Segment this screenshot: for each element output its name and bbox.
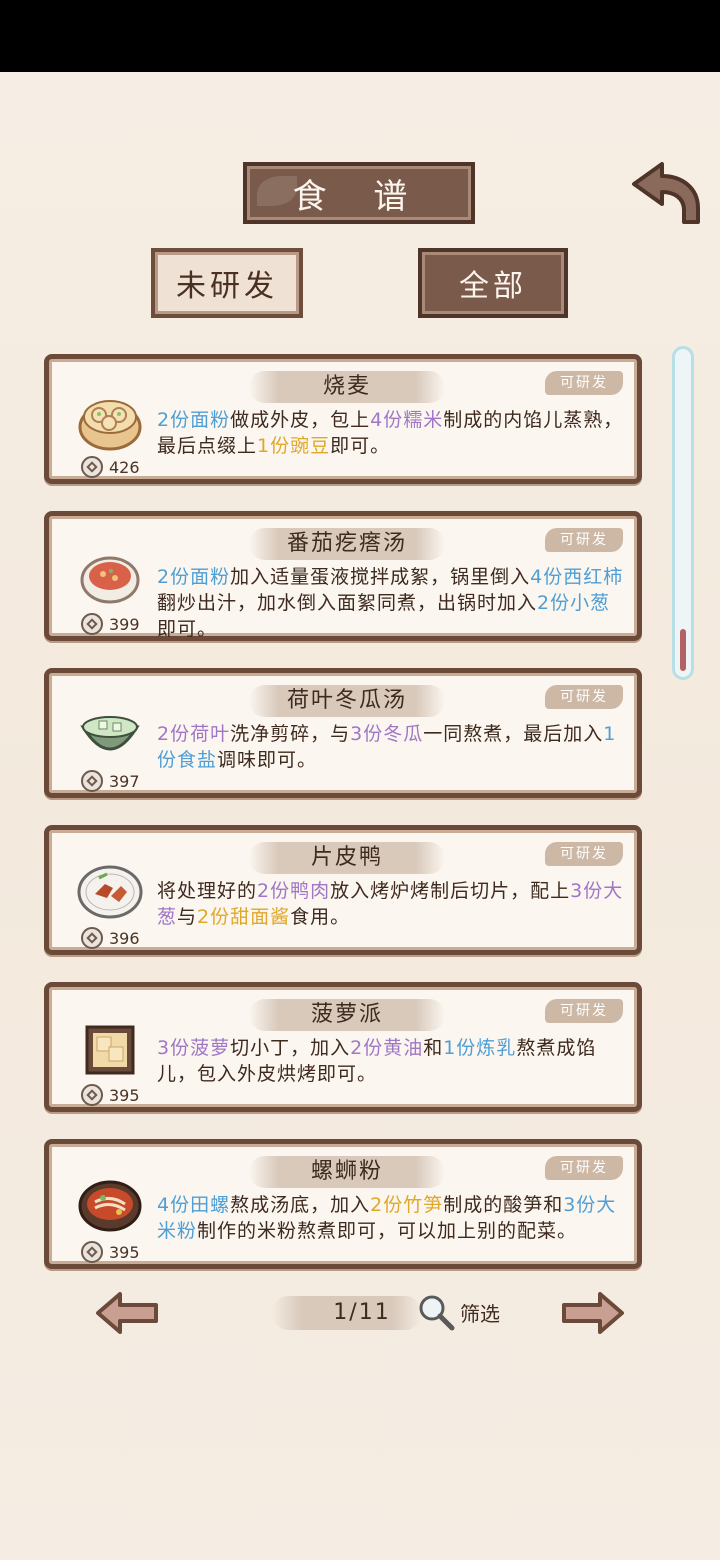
recipe-description: 3份菠萝切小丁，加入2份黄油和1份炼乳熬煮成馅儿，包入外皮烘烤即可。: [157, 1035, 627, 1087]
ingredient-highlight: 4份西红柿: [530, 566, 624, 588]
recipe-cost-value: 395: [109, 1085, 140, 1105]
research-status-badge: 可研发: [545, 371, 623, 395]
description-text: 切小丁，加入: [230, 1037, 351, 1059]
recipe-description: 2份面粉做成外皮，包上4份糯米制成的内馅儿蒸熟，最后点缀上1份豌豆即可。: [157, 407, 627, 459]
recipe-description: 2份荷叶洗净剪碎，与3份冬瓜一同熬煮，最后加入1份食盐调味即可。: [157, 721, 627, 773]
recipe-card[interactable]: 螺蛳粉 可研发 395 4份田螺熬成汤底，加入2份竹笋制成的酸笋和3份大米粉制作的米粉…: [44, 1139, 642, 1269]
recipe-book-background: [0, 72, 720, 1560]
ingredient-highlight: 1份炼乳: [443, 1037, 517, 1059]
recipe-cost: 396: [81, 926, 140, 950]
description-text: 与: [177, 906, 198, 928]
description-text: 将处理好的: [157, 880, 258, 902]
ingredient-highlight: 2份面粉: [157, 409, 231, 431]
tomato-soup-icon: [77, 544, 143, 610]
description-text: 翻炒出汁，加水倒入面絮同煮，出锅时加入: [157, 592, 538, 614]
coin-icon: [81, 1084, 103, 1106]
scrollbar-thumb[interactable]: [680, 629, 686, 671]
recipe-card[interactable]: 烧麦 可研发 426 2份面粉做成外皮，包上4份糯米制成的内馅儿蒸熟，最后点缀上1份豌…: [44, 354, 642, 484]
ingredient-highlight: 2份黄油: [350, 1037, 424, 1059]
research-status-badge: 可研发: [545, 1156, 623, 1180]
leaf-decoration-icon: [257, 176, 297, 206]
tab-all-label: 全部: [459, 269, 527, 304]
recipe-cost: 395: [81, 1083, 140, 1107]
description-text: 放入烤炉烤制后切片，配上: [330, 880, 571, 902]
description-text: 即可。: [157, 618, 218, 640]
ingredient-highlight: 1份豌豆: [257, 435, 331, 457]
recipe-card[interactable]: 荷叶冬瓜汤 可研发 397 2份荷叶洗净剪碎，与3份冬瓜一同熬煮，最后加入1份食盐调味…: [44, 668, 642, 798]
description-text: 洗净剪碎，与: [230, 723, 351, 745]
description-text: 制成的酸笋和: [443, 1194, 564, 1216]
ingredient-highlight: 2份竹笋: [370, 1194, 444, 1216]
research-status-badge: 可研发: [545, 685, 623, 709]
recipe-description: 2份面粉加入适量蛋液搅拌成絮，锅里倒入4份西红柿翻炒出汁，加水倒入面絮同煮，出锅…: [157, 564, 627, 642]
lotus-melon-soup-icon: [77, 701, 143, 767]
research-status-badge: 可研发: [545, 528, 623, 552]
research-status-badge: 可研发: [545, 999, 623, 1023]
status-bar: [0, 0, 720, 72]
ingredient-highlight: 4份田螺: [157, 1194, 231, 1216]
description-text: 即可。: [330, 435, 391, 457]
recipe-cost: 426: [81, 455, 140, 479]
coin-icon: [81, 927, 103, 949]
recipe-cost: 397: [81, 769, 140, 793]
ingredient-highlight: 4份糯米: [370, 409, 444, 431]
description-text: 加入适量蛋液搅拌成絮，锅里倒入: [230, 566, 531, 588]
page-title-plaque: 食 谱: [243, 162, 475, 224]
recipe-name: 荷叶冬瓜汤: [286, 688, 407, 713]
ingredient-highlight: 2份鸭肉: [257, 880, 331, 902]
next-page-arrow-icon[interactable]: [560, 1290, 626, 1336]
recipe-description: 4份田螺熬成汤底，加入2份竹笋制成的酸笋和3份大米粉制作的米粉熬煮即可，可以加上…: [157, 1192, 627, 1244]
recipe-cost: 395: [81, 1240, 140, 1264]
description-text: 和: [423, 1037, 444, 1059]
tab-undeveloped-label: 未研发: [176, 269, 278, 304]
description-text: 制作的米粉熬煮即可，可以加上别的配菜。: [197, 1220, 578, 1242]
recipe-card[interactable]: 番茄疙瘩汤 可研发 399 2份面粉加入适量蛋液搅拌成絮，锅里倒入4份西红柿翻炒出汁，…: [44, 511, 642, 641]
recipe-name: 螺蛳粉: [310, 1159, 383, 1184]
ingredient-highlight: 2份小葱: [537, 592, 611, 614]
scrollbar[interactable]: [672, 346, 694, 680]
ingredient-highlight: 2份面粉: [157, 566, 231, 588]
recipe-name: 番茄疙瘩汤: [286, 531, 407, 556]
prev-page-arrow-icon[interactable]: [94, 1290, 160, 1336]
snail-noodles-icon: [77, 1172, 143, 1238]
research-status-badge: 可研发: [545, 842, 623, 866]
roast-duck-icon: [77, 858, 143, 924]
recipe-card[interactable]: 菠萝派 可研发 395 3份菠萝切小丁，加入2份黄油和1份炼乳熬煮成馅儿，包入外皮烘烤…: [44, 982, 642, 1112]
coin-icon: [81, 613, 103, 635]
page-indicator: 1/11: [333, 1300, 391, 1325]
ingredient-highlight: 3份冬瓜: [350, 723, 424, 745]
description-text: 熬成汤底，加入: [230, 1194, 371, 1216]
recipe-cost-value: 397: [109, 771, 140, 791]
recipe-cost-value: 426: [109, 457, 140, 477]
coin-icon: [81, 456, 103, 478]
pineapple-pie-icon: [77, 1015, 143, 1081]
recipe-description: 将处理好的2份鸭肉放入烤炉烤制后切片，配上3份大葱与2份甜面酱食用。: [157, 878, 627, 930]
page-title: 食 谱: [292, 176, 426, 217]
recipe-name: 菠萝派: [310, 1002, 383, 1027]
recipe-name: 片皮鸭: [310, 845, 383, 870]
shaomai-steamer-icon: [77, 387, 143, 453]
description-text: 一同熬煮，最后加入: [423, 723, 604, 745]
coin-icon: [81, 770, 103, 792]
ingredient-highlight: 2份荷叶: [157, 723, 231, 745]
ingredient-highlight: 3份菠萝: [157, 1037, 231, 1059]
magnifier-icon: [419, 1295, 455, 1331]
back-arrow-icon[interactable]: [628, 160, 704, 230]
recipe-cost: 399: [81, 612, 140, 636]
filter-button[interactable]: 筛选: [416, 1292, 500, 1332]
tab-undeveloped[interactable]: 未研发: [151, 248, 303, 318]
recipe-name: 烧麦: [322, 374, 371, 399]
description-text: 调味即可。: [217, 749, 318, 771]
recipe-card[interactable]: 片皮鸭 可研发 396 将处理好的2份鸭肉放入烤炉烤制后切片，配上3份大葱与2份甜面酱…: [44, 825, 642, 955]
recipe-cost-value: 396: [109, 928, 140, 948]
tab-all[interactable]: 全部: [418, 248, 568, 318]
recipe-cost-value: 395: [109, 1242, 140, 1262]
ingredient-highlight: 2份甜面酱: [197, 906, 291, 928]
recipe-cost-value: 399: [109, 614, 140, 634]
filter-label: 筛选: [460, 1301, 500, 1326]
description-text: 做成外皮，包上: [230, 409, 371, 431]
coin-icon: [81, 1241, 103, 1263]
description-text: 食用。: [290, 906, 351, 928]
